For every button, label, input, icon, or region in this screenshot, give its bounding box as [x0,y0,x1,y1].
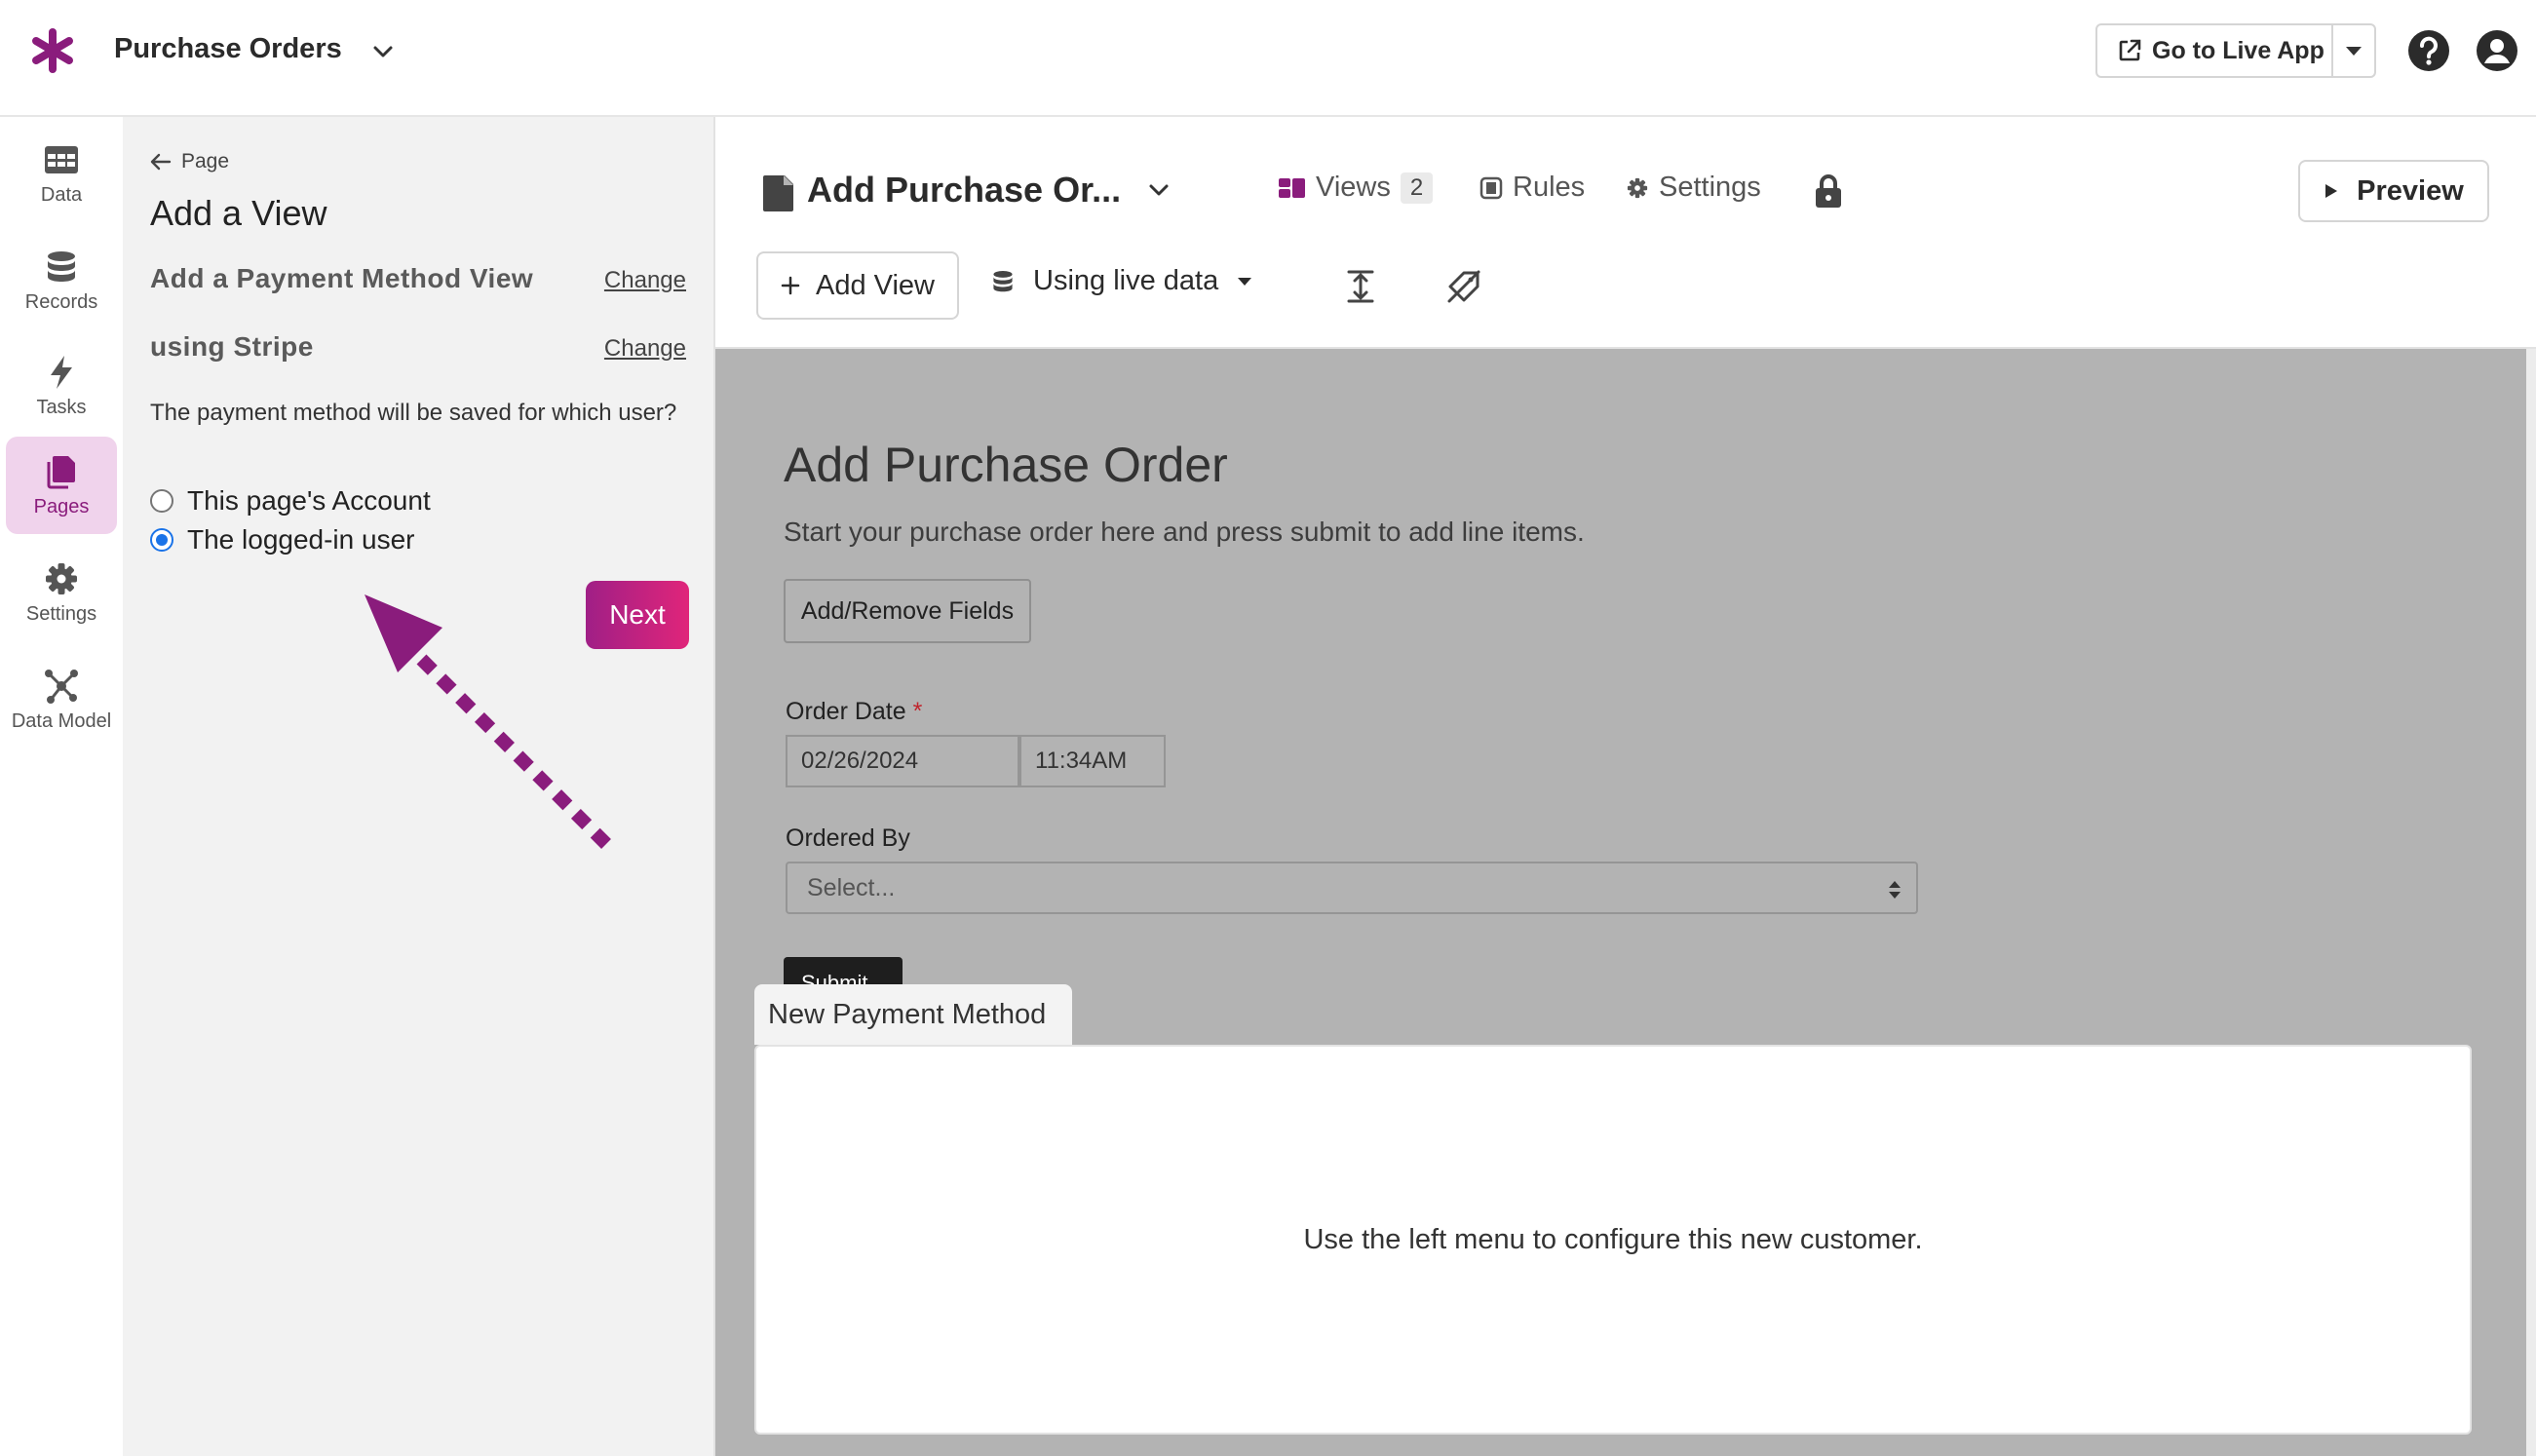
required-marker: * [912,698,923,725]
caret-down-icon [1238,277,1252,286]
nav-item-records[interactable]: Records [6,232,117,329]
page-preview-canvas: Add Purchase Order Start your purchase o… [715,349,2536,1456]
order-date-label-text: Order Date [786,698,906,725]
tag-off-icon[interactable] [1444,267,1483,306]
option-label: This page's Account [187,485,431,516]
views-count-badge: 2 [1400,172,1434,204]
rules-label: Rules [1513,172,1586,203]
form-title: Add Purchase Order [784,438,1228,492]
add-view-panel: Page Add a View Add a Payment Method Vie… [123,117,715,1456]
views-icon [1279,177,1305,198]
asterisk-logo-icon[interactable] [29,27,76,74]
views-label: Views [1316,172,1391,203]
nav-item-label: Tasks [36,396,87,418]
database-icon [993,270,1013,291]
go-to-live-app-label: Go to Live App [2152,36,2325,64]
vertical-spacing-icon[interactable] [1341,267,1380,306]
settings-label: Settings [1659,172,1761,203]
nav-item-settings[interactable]: Settings [6,544,117,641]
order-date-input[interactable]: 02/26/2024 [786,735,1019,787]
nav-item-label: Pages [33,495,90,517]
radio-page-account[interactable] [150,489,173,513]
live-app-dropdown-button[interactable] [2333,25,2374,76]
dashed-arrow-annotation-icon [365,594,611,849]
lightning-icon [51,355,72,389]
nav-item-data[interactable]: Data [6,125,117,222]
panel-title: Add a View [150,193,327,233]
preview-label: Preview [2357,174,2464,207]
gear-icon [1627,177,1648,198]
nav-item-pages[interactable]: Pages [6,437,117,534]
nav-item-label: Data Model [11,709,112,732]
chevron-down-icon[interactable] [368,37,398,66]
back-link-label: Page [181,150,230,172]
arrow-left-icon [150,153,172,171]
ordered-by-placeholder: Select... [807,873,896,901]
payment-method-view[interactable]: Use the left menu to configure this new … [754,1045,2472,1435]
tab-views[interactable]: Views 2 [1279,172,1434,204]
nav-item-label: Settings [25,602,97,625]
chevron-down-icon[interactable] [1144,175,1173,205]
help-icon[interactable] [2407,29,2450,72]
external-link-icon [2119,39,2141,61]
user-account-icon[interactable] [2476,29,2518,72]
graph-icon [45,669,78,704]
add-view-label: Add View [816,269,935,301]
nav-item-label: Data [40,183,83,206]
order-time-input[interactable]: 11:34AM [1019,735,1166,787]
caret-down-icon [2346,47,2362,56]
view-type-label: Add a Payment Method View [150,263,534,293]
option-logged-in-user[interactable]: The logged-in user [150,524,414,556]
form-description: Start your purchase order here and press… [784,517,1585,547]
preview-button[interactable]: Preview [2298,160,2489,222]
play-icon [2325,184,2338,198]
change-view-type-link[interactable]: Change [604,267,686,294]
nav-item-tasks[interactable]: Tasks [6,337,117,435]
processor-label: using Stripe [150,331,314,362]
database-icon [48,250,75,282]
order-date-label: Order Date * [786,698,922,726]
add-view-button[interactable]: Add View [756,251,959,320]
table-icon [45,145,78,173]
data-source-dropdown[interactable]: Using live data [990,265,1253,297]
go-to-live-app-group: Go to Live App [2095,23,2376,78]
payment-method-view-tab[interactable]: New Payment Method [754,984,1072,1045]
tab-settings[interactable]: Settings [1626,172,1761,204]
select-arrows-icon [1889,881,1901,899]
user-question: The payment method will be saved for whi… [150,400,677,426]
page-editor-header: Add Purchase Or... Views 2 Rules Setting… [715,117,2536,349]
radio-logged-in-user[interactable] [150,528,173,552]
top-bar: Purchase Orders Go to Live App [0,0,2536,117]
gear-icon [46,562,77,594]
plus-icon [781,276,800,295]
nav-item-data-model[interactable]: Data Model [6,651,117,748]
page-icon [763,175,793,211]
lock-icon[interactable] [1813,173,1844,209]
ordered-by-label: Ordered By [786,824,910,852]
option-page-account[interactable]: This page's Account [150,485,431,517]
rules-icon [1479,176,1503,199]
app-title[interactable]: Purchase Orders [114,33,342,65]
change-processor-link[interactable]: Change [604,335,686,363]
nav-item-label: Records [24,290,98,313]
back-to-page-link[interactable]: Page [150,150,229,173]
go-to-live-app-button[interactable]: Go to Live App [2097,25,2333,76]
ordered-by-select[interactable]: Select... [786,862,1918,914]
page-name[interactable]: Add Purchase Or... [807,170,1121,211]
payment-method-message: Use the left menu to configure this new … [1303,1223,1923,1255]
left-navigation: Data Records Tasks Pages Settings Data M… [0,117,123,1456]
tab-rules[interactable]: Rules [1479,172,1585,204]
pages-icon [47,455,75,488]
data-source-label: Using live data [1033,265,1219,296]
option-label: The logged-in user [187,524,415,555]
add-remove-fields-button[interactable]: Add/Remove Fields [784,579,1031,643]
